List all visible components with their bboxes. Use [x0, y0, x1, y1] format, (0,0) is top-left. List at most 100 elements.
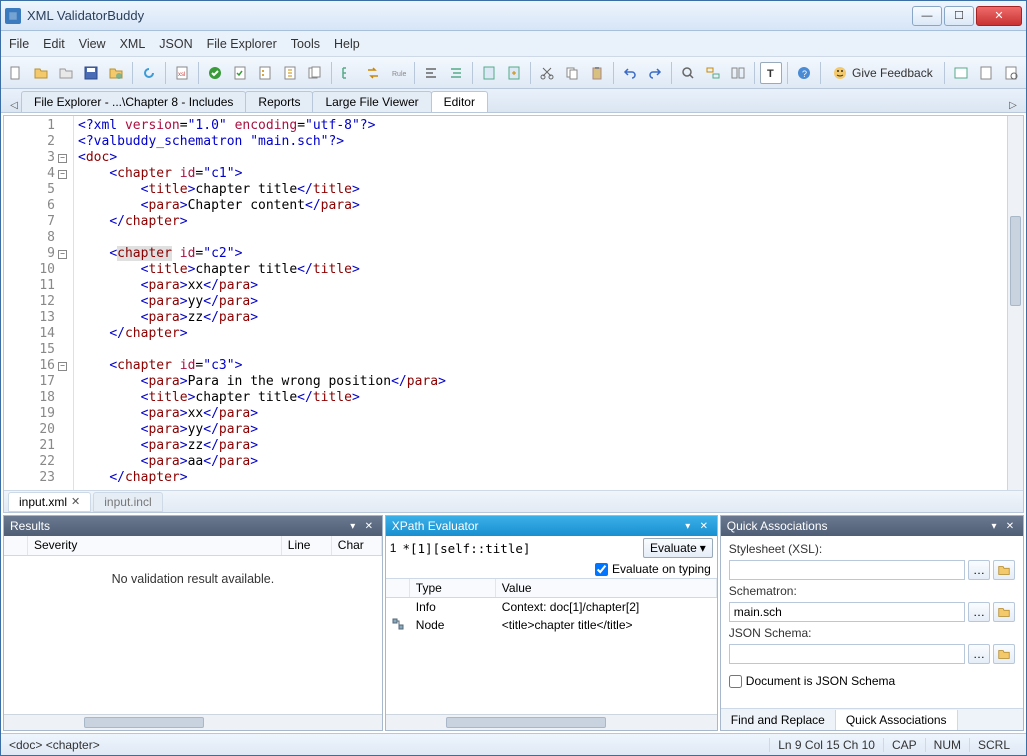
- horizontal-scrollbar[interactable]: [386, 714, 717, 730]
- editor-area: 123−4−56789−10111213141516−1718192021222…: [3, 115, 1024, 513]
- file-tab[interactable]: input.xml✕: [8, 492, 91, 512]
- menu-view[interactable]: View: [79, 37, 106, 51]
- document-tab[interactable]: Large File Viewer: [312, 91, 431, 112]
- window-icon-2[interactable]: [975, 62, 997, 84]
- text-icon[interactable]: T: [760, 62, 782, 84]
- json-schema-checkbox[interactable]: [729, 675, 742, 688]
- vertical-scrollbar[interactable]: [1007, 116, 1023, 490]
- svg-text:Rule: Rule: [392, 71, 406, 78]
- menubar: File Edit View XML JSON File Explorer To…: [1, 31, 1026, 57]
- json-schema-input[interactable]: [729, 644, 965, 664]
- find-replace-icon[interactable]: [702, 62, 724, 84]
- panel-dropdown-icon[interactable]: ▾: [987, 519, 1001, 533]
- results-columns: Severity Line Char: [4, 536, 382, 556]
- rule-icon[interactable]: Rule: [387, 62, 409, 84]
- json-schema-checkbox-label: Document is JSON Schema: [746, 674, 895, 688]
- refresh-icon[interactable]: [138, 62, 160, 84]
- new-icon[interactable]: [5, 62, 27, 84]
- xsl-icon[interactable]: xsl: [171, 62, 193, 84]
- cut-icon[interactable]: [536, 62, 558, 84]
- diff-icon[interactable]: [727, 62, 749, 84]
- window-icon-1[interactable]: [950, 62, 972, 84]
- tree-icon[interactable]: [337, 62, 359, 84]
- xsl-input[interactable]: [729, 560, 965, 580]
- redo-icon[interactable]: [644, 62, 666, 84]
- schematron-input[interactable]: [729, 602, 965, 622]
- evaluate-button[interactable]: Evaluate ▾: [643, 538, 713, 558]
- format-icon[interactable]: [420, 62, 442, 84]
- chevron-down-icon: ▾: [700, 541, 706, 555]
- document-tabstrip: ◁ File Explorer - ...\Chapter 8 - Includ…: [1, 89, 1026, 113]
- menu-help[interactable]: Help: [334, 37, 360, 51]
- menu-xml[interactable]: XML: [120, 37, 146, 51]
- tab-scroll-right-icon[interactable]: ▷: [1006, 98, 1020, 112]
- save-icon[interactable]: [80, 62, 102, 84]
- xpath-expression-input[interactable]: *[1][self::title]: [400, 540, 639, 557]
- schema-gen-icon[interactable]: [503, 62, 525, 84]
- close-button[interactable]: ✕: [976, 6, 1022, 26]
- folder-icon[interactable]: [55, 62, 77, 84]
- document-tab[interactable]: Reports: [245, 91, 313, 112]
- row-icon: [392, 600, 416, 614]
- validate-icon[interactable]: [229, 62, 251, 84]
- give-feedback-button[interactable]: Give Feedback: [826, 65, 939, 81]
- tab-quick-associations[interactable]: Quick Associations: [836, 710, 958, 730]
- help-icon[interactable]: ?: [793, 62, 815, 84]
- horizontal-scrollbar[interactable]: [4, 714, 382, 730]
- panel-dropdown-icon[interactable]: ▾: [346, 519, 360, 533]
- menu-file-explorer[interactable]: File Explorer: [207, 37, 277, 51]
- line-gutter: 123−4−56789−10111213141516−1718192021222…: [4, 116, 74, 490]
- panel-dropdown-icon[interactable]: ▾: [681, 519, 695, 533]
- window-icon-3[interactable]: [1000, 62, 1022, 84]
- paste-icon[interactable]: [586, 62, 608, 84]
- svg-text:?: ?: [802, 69, 807, 79]
- copy-icon[interactable]: [561, 62, 583, 84]
- code-editor[interactable]: <?xml version="1.0" encoding="utf-8"?><?…: [74, 116, 1007, 490]
- validate-schematron-icon[interactable]: [279, 62, 301, 84]
- document-tab[interactable]: File Explorer - ...\Chapter 8 - Includes: [21, 91, 246, 112]
- evaluate-on-typing-checkbox[interactable]: [595, 563, 608, 576]
- panel-close-icon[interactable]: ✕: [362, 519, 376, 533]
- file-tab[interactable]: input.incl: [93, 492, 162, 512]
- xpath-result-row[interactable]: Node<title>chapter title</title>: [386, 616, 717, 635]
- check-green-icon[interactable]: [204, 62, 226, 84]
- app-icon: [5, 8, 21, 24]
- xpath-panel: XPath Evaluator ▾ ✕ 1 *[1][self::title] …: [385, 515, 718, 731]
- svg-text:xsl: xsl: [178, 72, 185, 78]
- validate-batch-icon[interactable]: [304, 62, 326, 84]
- panel-close-icon[interactable]: ✕: [697, 519, 711, 533]
- associations-header: Quick Associations ▾ ✕: [721, 516, 1023, 536]
- close-icon[interactable]: ✕: [71, 495, 80, 508]
- minimize-button[interactable]: —: [912, 6, 942, 26]
- status-scrl: SCRL: [969, 738, 1018, 752]
- open-folder-icon[interactable]: [993, 560, 1015, 580]
- menu-edit[interactable]: Edit: [43, 37, 65, 51]
- open-icon[interactable]: [30, 62, 52, 84]
- svg-text:T: T: [767, 68, 774, 80]
- menu-file[interactable]: File: [9, 37, 29, 51]
- browse-button[interactable]: …: [968, 560, 990, 580]
- format-pretty-icon[interactable]: [445, 62, 467, 84]
- maximize-button[interactable]: ☐: [944, 6, 974, 26]
- menu-json[interactable]: JSON: [159, 37, 192, 51]
- validate-list-icon[interactable]: [254, 62, 276, 84]
- tab-find-replace[interactable]: Find and Replace: [721, 710, 836, 730]
- evaluate-on-typing-label: Evaluate on typing: [612, 562, 711, 576]
- schema-icon[interactable]: [478, 62, 500, 84]
- status-caps: CAP: [883, 738, 925, 752]
- menu-tools[interactable]: Tools: [291, 37, 320, 51]
- panel-close-icon[interactable]: ✕: [1003, 519, 1017, 533]
- tab-scroll-left-icon[interactable]: ◁: [7, 98, 21, 112]
- explorer-icon[interactable]: [105, 62, 127, 84]
- find-icon[interactable]: [677, 62, 699, 84]
- open-folder-icon[interactable]: [993, 602, 1015, 622]
- browse-button[interactable]: …: [968, 644, 990, 664]
- titlebar: XML ValidatorBuddy — ☐ ✕: [1, 1, 1026, 31]
- open-folder-icon[interactable]: [993, 644, 1015, 664]
- xpath-result-row[interactable]: InfoContext: doc[1]/chapter[2]: [386, 598, 717, 616]
- undo-icon[interactable]: [619, 62, 641, 84]
- transform-icon[interactable]: [362, 62, 384, 84]
- browse-button[interactable]: …: [968, 602, 990, 622]
- row-icon: [392, 618, 416, 633]
- document-tab[interactable]: Editor: [431, 91, 488, 112]
